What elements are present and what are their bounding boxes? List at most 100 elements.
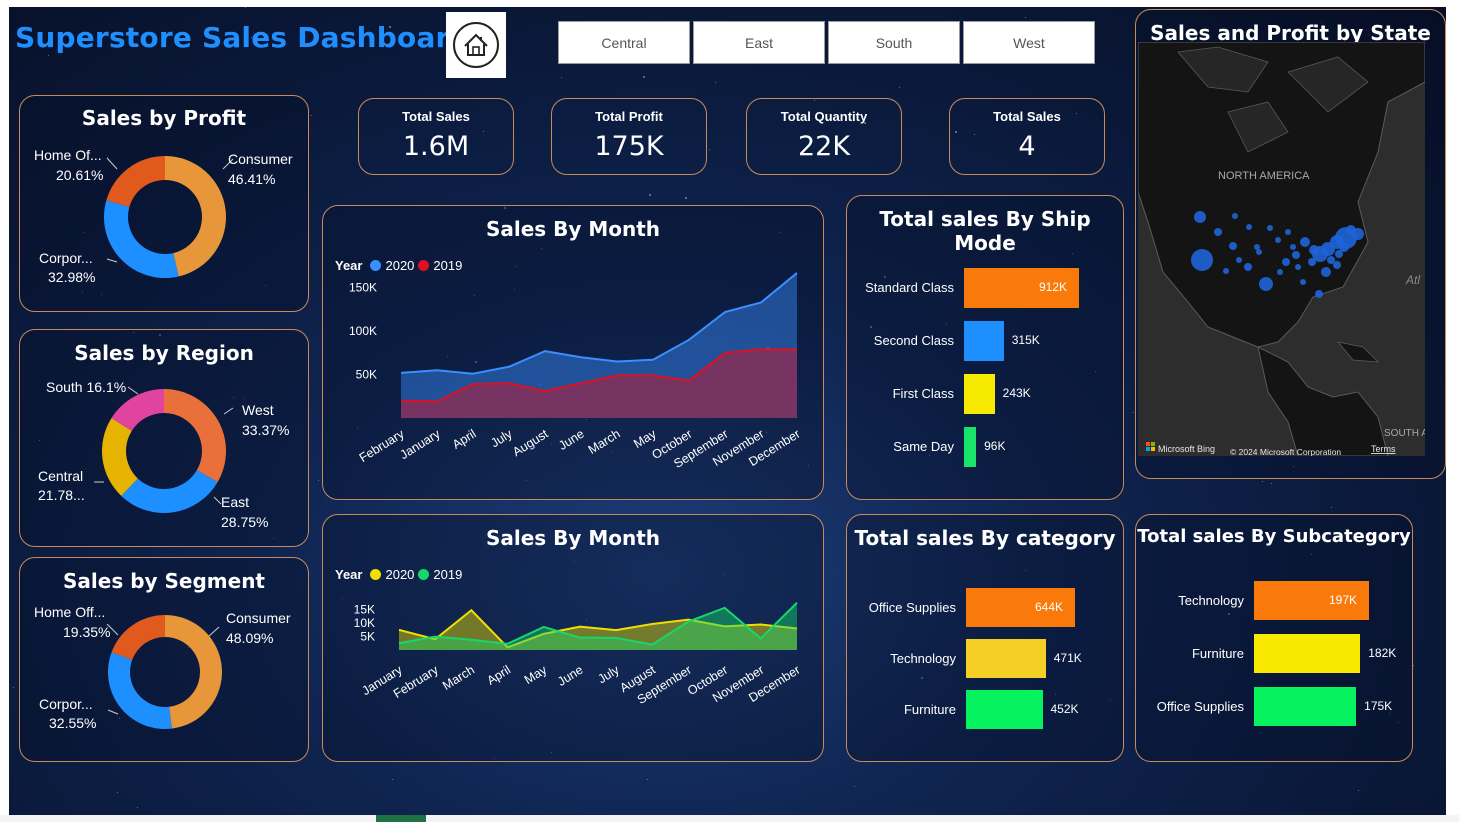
map-bubble[interactable] xyxy=(1214,228,1222,236)
x-tick-label: April xyxy=(450,427,479,452)
bar[interactable] xyxy=(964,321,1004,361)
y-tick-label: 150K xyxy=(349,281,377,295)
ship-mode-panel: Total sales By Ship Mode Standard Class 9… xyxy=(846,195,1124,500)
background-star xyxy=(649,194,651,196)
map-bubble[interactable] xyxy=(1259,277,1273,291)
bar[interactable] xyxy=(964,427,977,467)
map-bubble[interactable] xyxy=(1321,267,1331,277)
background-star xyxy=(1271,483,1272,484)
map-bubble[interactable] xyxy=(1315,290,1323,298)
y-tick-label: 100K xyxy=(349,324,377,338)
category-bar-chart: Office Supplies 644K Technology 471K Furnitu… xyxy=(847,515,1123,761)
donut-slice-2[interactable] xyxy=(111,615,165,660)
donut-pct-corporate: 32.55% xyxy=(49,715,97,731)
background-star xyxy=(561,77,562,78)
region-slicer-central[interactable]: Central xyxy=(558,21,690,64)
map-bubble[interactable] xyxy=(1339,242,1349,252)
x-tick-label: April xyxy=(485,663,514,688)
donut-label-home-office: Home Of... xyxy=(34,147,102,163)
map-copyright: © 2024 Microsoft Corporation xyxy=(1230,447,1341,456)
map-bubble[interactable] xyxy=(1327,256,1335,264)
map-bubble[interactable] xyxy=(1194,211,1206,223)
kpi-total-quantity: Total Quantity 22K xyxy=(746,98,902,175)
donut-label-home-office: Home Off... xyxy=(34,604,106,620)
donut-pct-central: 21.78... xyxy=(38,487,85,503)
background-star xyxy=(392,779,393,780)
sales-by-month-area-chart: 150K100K50KFebruaryJanuary April JulyAugus… xyxy=(349,272,803,471)
donut-pct-west: 33.37% xyxy=(242,422,290,438)
donut-slice-2[interactable] xyxy=(106,156,165,207)
home-icon xyxy=(453,22,499,68)
map-bubble[interactable] xyxy=(1246,224,1252,230)
map-bubble[interactable] xyxy=(1277,269,1283,275)
map-bubble[interactable] xyxy=(1300,279,1306,285)
donut-slice-1[interactable] xyxy=(103,200,179,278)
map-bubble[interactable] xyxy=(1256,249,1262,255)
bar-category-label: Furniture xyxy=(903,701,956,717)
kpi-value: 175K xyxy=(594,131,664,162)
map-ocean-label: Atl xyxy=(1405,273,1420,287)
region-slicer-east[interactable]: East xyxy=(693,21,825,64)
map-bubble[interactable] xyxy=(1236,257,1242,263)
map-bubble[interactable] xyxy=(1352,228,1364,240)
bar-category-label: Office Supplies xyxy=(868,599,956,615)
map-bubble[interactable] xyxy=(1191,249,1213,271)
donut-label-consumer: Consumer xyxy=(228,151,293,167)
kpi-value: 4 xyxy=(1018,131,1036,162)
background-star xyxy=(899,87,900,88)
kpi-label: Total Sales xyxy=(402,109,470,124)
bar[interactable] xyxy=(966,690,1043,729)
map-bubble[interactable] xyxy=(1290,244,1296,250)
background-star xyxy=(647,779,648,780)
bar-value-label: 912K xyxy=(1039,280,1068,294)
kpi-total-sales: Total Sales 1.6M xyxy=(358,98,514,175)
map-bubble[interactable] xyxy=(1232,213,1238,219)
bar-value-label: 471K xyxy=(1053,650,1082,665)
donut-slice-1[interactable] xyxy=(108,652,172,729)
ship-mode-bar-chart: Standard Class 912K Second Class 315K First … xyxy=(847,196,1123,499)
donut-pct-home-office: 19.35% xyxy=(63,624,111,640)
sales-by-profit-panel: Sales by Profit Home Of... 20.61% Consum… xyxy=(19,95,309,312)
background-star xyxy=(1331,507,1332,508)
y-tick-label: 50K xyxy=(356,368,377,382)
sales-by-region-panel: Sales by Region South 16.1% West 33.37% … xyxy=(19,329,309,547)
map-bubble[interactable] xyxy=(1300,237,1310,247)
home-button[interactable] xyxy=(446,12,506,78)
map-bubble[interactable] xyxy=(1308,258,1316,266)
kpi-label: Total Profit xyxy=(595,109,663,124)
background-star xyxy=(709,149,710,150)
background-star xyxy=(643,76,645,78)
background-star xyxy=(685,197,687,199)
bar-category-label: Standard Class xyxy=(865,280,954,295)
donut-pct-east: 28.75% xyxy=(221,514,269,530)
background-star xyxy=(1025,17,1026,18)
active-sheet-tab[interactable] xyxy=(376,815,426,822)
map-bubble[interactable] xyxy=(1285,229,1291,235)
bar[interactable] xyxy=(1254,634,1361,673)
kpi-value: 22K xyxy=(797,131,851,162)
bar-value-label: 452K xyxy=(1050,701,1079,716)
map-bubble[interactable] xyxy=(1282,258,1290,266)
bar-value-label: 96K xyxy=(984,439,1006,453)
map-bubble[interactable] xyxy=(1292,251,1300,259)
region-slicer-west[interactable]: West xyxy=(963,21,1095,64)
bar[interactable] xyxy=(966,639,1046,678)
region-slicer-south[interactable]: South xyxy=(828,21,960,64)
map-bubble[interactable] xyxy=(1223,268,1229,274)
bar[interactable] xyxy=(964,374,995,414)
x-tick-label: June xyxy=(555,663,585,689)
map-bubble[interactable] xyxy=(1229,242,1237,250)
map-bubble[interactable] xyxy=(1244,263,1252,271)
background-star xyxy=(1358,790,1359,791)
background-star xyxy=(1413,665,1414,666)
bing-logo-icon xyxy=(1146,442,1150,446)
map-bubble[interactable] xyxy=(1267,225,1273,231)
donut-pct-consumer: 46.41% xyxy=(228,171,276,187)
map-bubble[interactable] xyxy=(1275,237,1281,243)
bar[interactable] xyxy=(1254,687,1357,726)
donut-slice-0[interactable] xyxy=(164,389,226,483)
x-tick-label: June xyxy=(556,427,586,453)
map-bubble[interactable] xyxy=(1295,264,1301,270)
sales-profit-map[interactable]: NORTH AMERICA SOUTH A Atl Microsoft Bing… xyxy=(1138,42,1425,456)
map-terms-link[interactable]: Terms xyxy=(1371,444,1396,454)
